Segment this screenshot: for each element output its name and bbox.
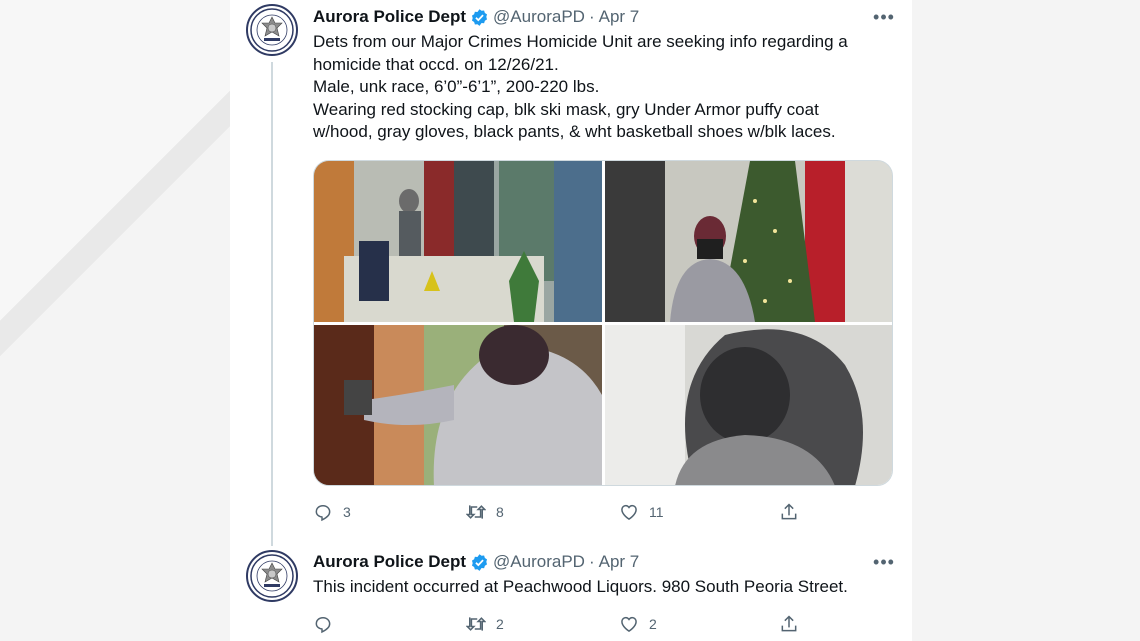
retweet-button[interactable]: 8 xyxy=(466,502,504,522)
tweet-text-line: w/hood, gray gloves, black pants, & wht … xyxy=(313,122,836,141)
more-options-icon[interactable]: ••• xyxy=(872,550,896,574)
police-badge-logo xyxy=(250,8,294,52)
author-handle[interactable]: @AuroraPD xyxy=(493,7,585,27)
share-icon xyxy=(781,503,797,520)
media-grid xyxy=(313,160,893,486)
share-icon xyxy=(781,615,797,632)
tweet-date[interactable]: Apr 7 xyxy=(599,7,640,27)
tweet-header: Aurora Police Dept @AuroraPD · Apr 7 xyxy=(313,550,639,574)
author-name[interactable]: Aurora Police Dept xyxy=(313,7,466,27)
like-count: 11 xyxy=(649,504,664,520)
police-badge-logo xyxy=(250,554,294,598)
tweet-text: Dets from our Major Crimes Homicide Unit… xyxy=(313,31,893,144)
avatar[interactable] xyxy=(246,550,298,602)
share-button[interactable] xyxy=(779,614,799,634)
heart-icon xyxy=(621,616,637,632)
heart-icon xyxy=(621,504,637,520)
tweet-text: This incident occurred at Peachwood Liqu… xyxy=(313,577,848,596)
retweet-icon xyxy=(466,617,486,631)
reply-icon xyxy=(315,617,331,634)
surveillance-photo-3[interactable] xyxy=(314,325,602,485)
retweet-count: 8 xyxy=(496,504,504,520)
separator-dot: · xyxy=(588,552,595,571)
share-button[interactable] xyxy=(779,502,799,522)
like-button[interactable]: 2 xyxy=(619,614,657,634)
reply-count: 3 xyxy=(343,504,351,520)
tweet-header: Aurora Police Dept @AuroraPD · Apr 7 xyxy=(313,5,639,29)
surveillance-photo-2[interactable] xyxy=(605,161,892,322)
retweet-button[interactable]: 2 xyxy=(466,614,504,634)
tweet-text-line: Male, unk race, 6’0”-6’1”, 200-220 lbs. xyxy=(313,77,600,96)
like-count: 2 xyxy=(649,616,657,632)
tweet-text-line: Wearing red stocking cap, blk ski mask, … xyxy=(313,99,819,119)
retweet-icon xyxy=(466,505,486,519)
tweet-actions: 3 8 11 xyxy=(313,500,813,524)
tweet-text-line: homicide that occd. on 12/26/21. xyxy=(313,54,559,74)
surveillance-photo-4[interactable] xyxy=(605,325,892,485)
avatar[interactable] xyxy=(246,4,298,56)
surveillance-photo-1[interactable] xyxy=(314,161,602,322)
verified-badge-icon xyxy=(470,553,489,572)
tweet-text-line: Dets from our Major Crimes Homicide Unit… xyxy=(313,32,848,51)
tweet-actions: 2 2 xyxy=(313,612,813,636)
author-name[interactable]: Aurora Police Dept xyxy=(313,552,466,572)
reply-button[interactable]: 3 xyxy=(313,502,351,522)
more-options-icon[interactable]: ••• xyxy=(872,5,896,29)
retweet-count: 2 xyxy=(496,616,504,632)
verified-badge-icon xyxy=(470,8,489,27)
reply-button[interactable] xyxy=(313,614,343,634)
thread-connector-line xyxy=(271,62,273,546)
tweet-date[interactable]: Apr 7 xyxy=(599,552,640,572)
separator-dot: · xyxy=(588,7,595,26)
tweet-thread: Aurora Police Dept @AuroraPD · Apr 7 •••… xyxy=(230,0,912,641)
author-handle[interactable]: @AuroraPD xyxy=(493,552,585,572)
like-button[interactable]: 11 xyxy=(619,502,664,522)
reply-icon xyxy=(315,505,331,522)
